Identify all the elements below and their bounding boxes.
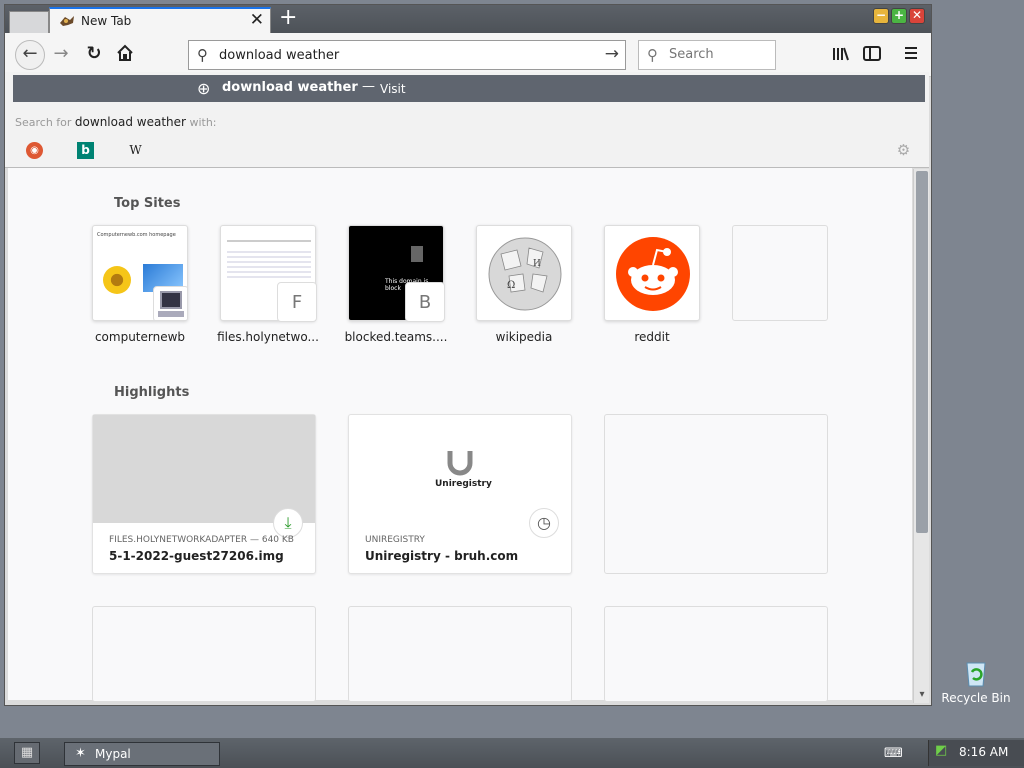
tab-new-tab[interactable]: New Tab ✕	[49, 7, 271, 33]
highlight-title: Uniregistry - bruh.com	[365, 549, 519, 563]
highlight-source: FILES.HOLYNETWORKADAPTER — 640 KB	[109, 535, 294, 545]
start-button[interactable]: ▦	[14, 742, 40, 764]
sidebar-button[interactable]	[862, 46, 882, 66]
uniregistry-logo	[447, 451, 473, 476]
network-icon[interactable]: ◩	[935, 743, 947, 758]
mypal-icon: ✶	[75, 746, 86, 761]
uniregistry-logo-text: Uniregistry	[435, 479, 492, 489]
highlight-card[interactable]: Uniregistry ◷ UNIREGISTRY Uniregistry - …	[348, 414, 572, 574]
maximize-button[interactable]: +	[891, 8, 907, 24]
reload-button[interactable]: ↻	[84, 45, 104, 63]
tab-strip-stub[interactable]	[9, 11, 49, 33]
duckduckgo-icon[interactable]: ◉	[26, 142, 43, 159]
wikipedia-globe-icon: Ω И	[488, 237, 562, 311]
mypal-icon	[60, 16, 74, 26]
wikipedia-icon[interactable]: W	[127, 142, 144, 159]
scroll-down-arrow[interactable]: ▾	[916, 689, 928, 701]
autocomplete-suggestion[interactable]: ⊕ download weather — Visit	[13, 75, 925, 102]
highlight-preview: Uniregistry	[349, 415, 571, 523]
reddit-icon	[616, 237, 690, 311]
globe-icon: ⊕	[197, 79, 211, 98]
library-icon	[833, 47, 849, 61]
svg-text:И: И	[533, 259, 541, 269]
navigation-toolbar: ← → ↻ ⚲ → ⚲	[5, 33, 931, 77]
system-tray: ◩ 8:16 AM	[928, 740, 1024, 766]
search-input[interactable]	[669, 47, 769, 62]
top-site-empty	[732, 225, 828, 321]
sidebar-icon	[863, 46, 881, 61]
suggestion-dash: —	[362, 79, 375, 94]
forward-button[interactable]: →	[51, 45, 71, 63]
highlight-card[interactable]: ⤓ FILES.HOLYNETWORKADAPTER — 640 KB 5-1-…	[92, 414, 316, 574]
top-site-label: blocked.teams....	[344, 330, 448, 344]
tab-title: New Tab	[81, 14, 132, 28]
top-site-badge: F	[277, 282, 317, 322]
search-for-prefix: Search for	[15, 116, 72, 129]
bing-icon[interactable]: b	[77, 142, 94, 159]
highlight-empty	[348, 606, 572, 702]
top-sites-heading: Top Sites	[114, 196, 181, 211]
svg-text:Ω: Ω	[507, 280, 515, 291]
top-site-label: computernewb	[94, 330, 186, 344]
search-for-line: Search for download weather with:	[15, 115, 217, 129]
address-input[interactable]	[219, 46, 599, 64]
autocomplete-popup: ⊕ download weather — Visit Search for do…	[5, 72, 929, 168]
tab-strip: New Tab ✕ + − + ✕	[5, 5, 931, 33]
download-icon: ⤓	[273, 508, 303, 538]
suggestion-action: Visit	[380, 82, 406, 96]
search-icon: ⚲	[197, 46, 208, 64]
taskbar: ▦ ✶ Mypal ⌨ ◩ 8:16 AM	[0, 738, 1024, 768]
minimize-button[interactable]: −	[873, 8, 889, 24]
top-site-badge: B	[405, 282, 445, 322]
address-bar[interactable]: ⚲ →	[188, 40, 626, 70]
hamburger-icon	[905, 47, 917, 59]
top-site-wikipedia[interactable]: Ω И	[476, 225, 572, 321]
new-tab-button[interactable]: +	[279, 6, 297, 30]
taskbar-item-mypal[interactable]: ✶ Mypal	[64, 742, 220, 766]
top-site-label: files.holynetwo...	[217, 330, 319, 344]
highlight-empty	[92, 606, 316, 702]
top-site-label: reddit	[634, 330, 670, 344]
top-site-label: wikipedia	[495, 330, 553, 344]
search-for-term: download weather	[74, 115, 186, 129]
top-site-computernewb[interactable]: Computernewb.com homepage	[92, 225, 188, 321]
home-icon	[117, 44, 133, 61]
highlight-source: UNIREGISTRY	[365, 535, 425, 545]
recycle-bin[interactable]: Recycle Bin	[940, 658, 1012, 705]
menu-button[interactable]	[901, 45, 921, 65]
search-for-suffix: with:	[189, 116, 217, 129]
top-site-files[interactable]: F	[220, 225, 317, 322]
clock[interactable]: 8:16 AM	[959, 745, 1008, 759]
home-button[interactable]	[115, 44, 135, 66]
library-button[interactable]	[831, 46, 851, 66]
suggestion-term: download weather	[222, 80, 358, 95]
highlight-empty	[604, 414, 828, 574]
tab-close-icon[interactable]: ✕	[250, 11, 264, 29]
search-icon: ⚲	[647, 46, 658, 64]
top-site-reddit[interactable]	[604, 225, 700, 321]
highlights-heading: Highlights	[114, 385, 190, 400]
recycle-bin-label: Recycle Bin	[941, 691, 1011, 705]
search-box[interactable]: ⚲	[638, 40, 776, 70]
top-site-blocked-teams[interactable]: This domain is block B	[348, 225, 445, 322]
vertical-scrollbar[interactable]: ▾	[913, 169, 929, 703]
sunflower-image	[103, 266, 131, 294]
highlight-preview	[93, 415, 315, 523]
highlight-title: 5-1-2022-guest27206.img	[109, 549, 284, 563]
back-button[interactable]: ←	[15, 40, 45, 70]
gear-icon[interactable]: ⚙	[895, 142, 912, 159]
keyboard-icon[interactable]: ⌨	[884, 746, 903, 761]
thumbnail-heading: Computernewb.com homepage	[97, 232, 176, 238]
scrollbar-thumb[interactable]	[916, 171, 928, 533]
computer-icon	[153, 286, 187, 320]
clock-icon: ◷	[529, 508, 559, 538]
taskbar-item-label: Mypal	[95, 747, 131, 761]
close-window-button[interactable]: ✕	[909, 8, 925, 24]
recycle-bin-icon	[966, 662, 986, 687]
go-arrow-icon[interactable]: →	[605, 44, 619, 64]
highlight-empty	[604, 606, 828, 702]
